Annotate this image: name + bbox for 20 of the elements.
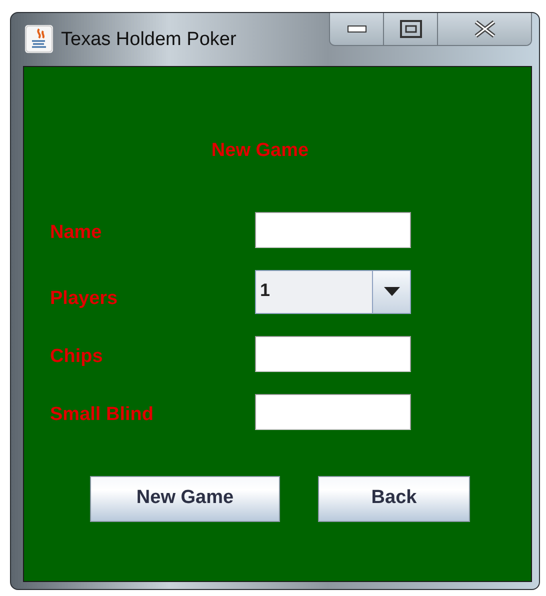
field-label: Players bbox=[50, 287, 119, 311]
minimize-icon bbox=[346, 25, 366, 33]
action-button[interactable]: Back bbox=[318, 476, 470, 522]
field-label: Small Blind bbox=[50, 403, 154, 427]
window-title: Texas Holdem Poker bbox=[61, 28, 236, 52]
minimize-button[interactable] bbox=[330, 13, 384, 45]
field-label: Name bbox=[50, 221, 103, 245]
field-label: Chips bbox=[50, 345, 104, 369]
input-field[interactable] bbox=[255, 394, 411, 430]
input-field[interactable] bbox=[255, 212, 411, 248]
maximize-button[interactable] bbox=[384, 13, 438, 45]
form-heading: New Game bbox=[210, 139, 310, 163]
caret-icon bbox=[384, 287, 400, 296]
players-dropdown[interactable]: 1 bbox=[255, 270, 411, 314]
app-icon bbox=[25, 25, 53, 53]
maximize-icon bbox=[400, 20, 422, 38]
close-icon bbox=[472, 20, 496, 38]
close-button[interactable] bbox=[438, 13, 531, 45]
input-field[interactable] bbox=[255, 336, 411, 372]
action-button[interactable]: New Game bbox=[90, 476, 280, 522]
